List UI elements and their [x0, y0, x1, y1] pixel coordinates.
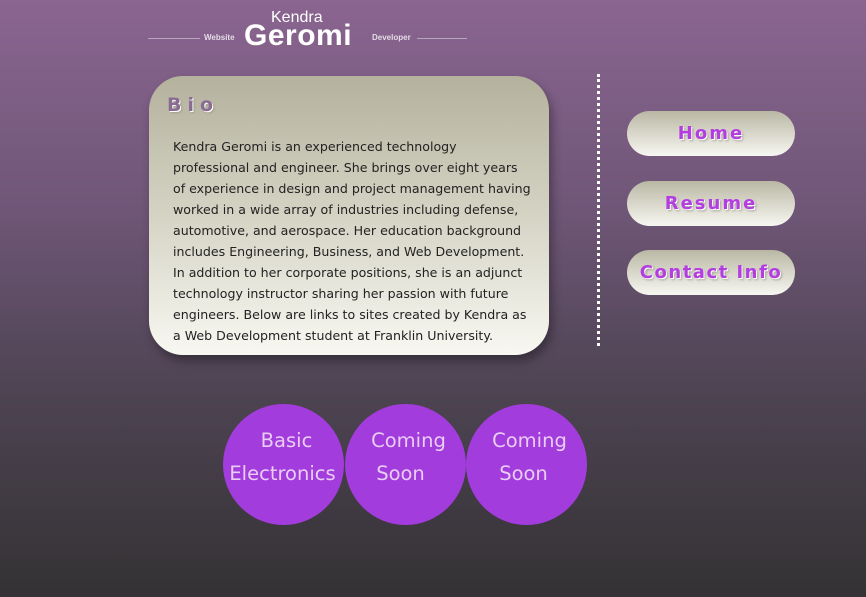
project-label-line1: Coming: [492, 429, 567, 452]
nav-contact-info-button[interactable]: Contact Info: [627, 250, 795, 295]
header-rule-left: [148, 38, 200, 39]
bio-title: Bio: [167, 94, 220, 116]
project-label-line2: Soon: [499, 462, 548, 485]
site-header: Website Kendra Geromi Developer: [0, 0, 866, 60]
project-label-line1: Basic: [260, 429, 313, 452]
logo-last-name: Geromi: [244, 19, 353, 52]
bio-text: Kendra Geromi is an experienced technolo…: [173, 139, 531, 343]
project-label-line1: Coming: [371, 429, 446, 452]
project-coming-soon-link[interactable]: Coming Soon: [345, 404, 466, 525]
project-basic-electronics-link[interactable]: Basic Electronics: [223, 404, 344, 525]
dotted-divider: [597, 74, 600, 346]
bio-panel: Bio Kendra Geromi is an experienced tech…: [149, 76, 549, 355]
header-rule-right: [417, 38, 467, 39]
tagline-developer: Developer: [372, 33, 411, 42]
nav-resume-button[interactable]: Resume: [627, 181, 795, 226]
project-label-line2: Soon: [376, 462, 425, 485]
tagline-website: Website: [204, 33, 235, 42]
project-label-line2: Electronics: [229, 462, 336, 485]
nav-home-button[interactable]: Home: [627, 111, 795, 156]
project-coming-soon-link[interactable]: Coming Soon: [466, 404, 587, 525]
